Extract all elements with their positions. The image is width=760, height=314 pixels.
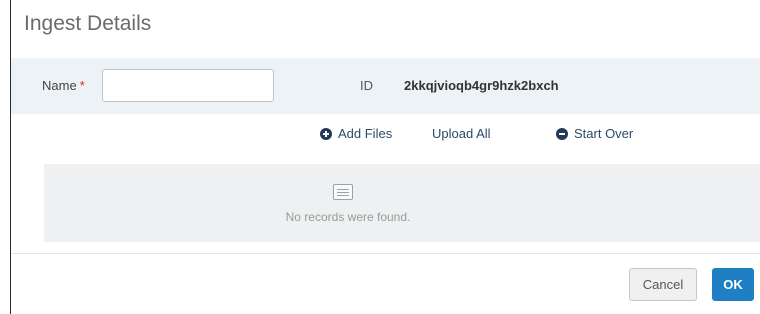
upload-all-label: Upload All [432,126,491,141]
empty-records-text: No records were found. [285,210,411,224]
id-value: 2kkqjvioqb4gr9hzk2bxch [404,78,559,93]
footer-divider [11,253,760,254]
ok-button[interactable]: OK [712,268,754,301]
dialog-title: Ingest Details [24,12,152,35]
required-marker: * [79,78,85,93]
start-over-button[interactable]: Start Over [556,126,633,141]
add-files-button[interactable]: Add Files [320,126,392,141]
name-label-text: Name [42,78,77,93]
records-panel: No records were found. [44,164,760,242]
list-icon [333,184,353,200]
upload-all-button[interactable]: Upload All [432,126,491,141]
ingest-details-dialog: Ingest Details Name * ID 2kkqjvioqb4gr9hz… [10,0,760,314]
minus-circle-icon [556,127,568,140]
form-row: Name * ID 2kkqjvioqb4gr9hzk2bxch [11,58,760,114]
name-label: Name * [42,78,85,93]
cancel-button[interactable]: Cancel [629,268,697,301]
start-over-label: Start Over [574,126,634,141]
name-input[interactable] [102,69,274,102]
add-files-label: Add Files [338,126,393,141]
id-label: ID [360,78,373,93]
plus-circle-icon [320,127,332,140]
